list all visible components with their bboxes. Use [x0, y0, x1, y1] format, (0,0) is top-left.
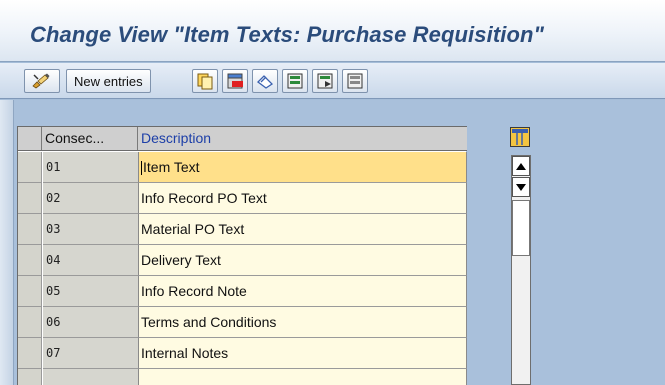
delete-button[interactable] [222, 69, 248, 93]
row-selector[interactable] [18, 307, 42, 338]
copy-icon [197, 73, 213, 90]
table-row[interactable]: 04 Delivery Text [18, 245, 467, 276]
column-header-consec[interactable]: Consec... [43, 127, 138, 150]
select-all-icon [287, 73, 303, 89]
new-entries-button[interactable]: New entries [66, 69, 151, 93]
cell-consec: 06 [43, 307, 139, 338]
vertical-scrollbar[interactable] [511, 155, 531, 385]
arrow-up-icon [516, 162, 526, 170]
row-selector[interactable] [18, 214, 42, 245]
table-header: Consec... Description [18, 126, 467, 151]
deselect-all-icon [347, 73, 363, 89]
row-selector[interactable] [18, 152, 42, 183]
table-row[interactable]: 01 Item Text [18, 152, 467, 183]
row-selector[interactable] [18, 338, 42, 369]
cell-consec: 07 [43, 338, 139, 369]
select-block-button[interactable] [312, 69, 338, 93]
sap-window: Change View "Item Texts: Purchase Requis… [0, 0, 665, 385]
table-row[interactable]: 03 Material PO Text [18, 214, 467, 245]
column-header-description[interactable]: Description [139, 127, 467, 150]
cell-consec: 03 [43, 214, 139, 245]
cell-description[interactable]: Material PO Text [139, 214, 467, 245]
select-all-rows-button[interactable] [18, 127, 42, 150]
cell-description[interactable]: Info Record PO Text [139, 183, 467, 214]
table-settings-icon [512, 129, 528, 145]
delete-icon [227, 73, 243, 89]
row-selector[interactable] [18, 369, 42, 385]
column-configuration-button[interactable] [510, 127, 530, 147]
table-row[interactable]: 06 Terms and Conditions [18, 307, 467, 338]
copy-button[interactable] [192, 69, 218, 93]
select-block-icon [317, 73, 333, 89]
application-toolbar: New entries [0, 63, 665, 99]
navigation-strip [0, 100, 14, 385]
window-title: Change View "Item Texts: Purchase Requis… [30, 22, 545, 47]
cell-consec: 01 [43, 152, 139, 183]
scroll-thumb[interactable] [512, 200, 530, 256]
display-change-button[interactable] [24, 69, 60, 93]
title-bar: Change View "Item Texts: Purchase Requis… [0, 0, 665, 62]
row-selector[interactable] [18, 276, 42, 307]
cell-consec: 04 [43, 245, 139, 276]
cell-consec: 02 [43, 183, 139, 214]
scroll-up-button[interactable] [512, 156, 530, 176]
cell-description[interactable]: Item Text [139, 152, 467, 183]
cell-description[interactable]: Terms and Conditions [139, 307, 467, 338]
cell-description[interactable] [139, 369, 467, 385]
cell-description-text: Item Text [143, 159, 200, 175]
table-row[interactable]: 07 Internal Notes [18, 338, 467, 369]
row-selector[interactable] [18, 183, 42, 214]
cell-consec [43, 369, 139, 385]
scroll-down-button[interactable] [512, 177, 530, 197]
display-change-icon [32, 73, 50, 89]
table-row[interactable]: 02 Info Record PO Text [18, 183, 467, 214]
cell-description[interactable]: Internal Notes [139, 338, 467, 369]
table-row[interactable] [18, 369, 467, 385]
content-area: Consec... Description 01 Item Text 02 In… [0, 100, 665, 385]
select-all-button[interactable] [282, 69, 308, 93]
arrow-down-icon [516, 183, 526, 191]
cell-description[interactable]: Info Record Note [139, 276, 467, 307]
undo-change-icon [257, 75, 274, 89]
table-control: Consec... Description 01 Item Text 02 In… [17, 126, 467, 385]
deselect-all-button[interactable] [342, 69, 368, 93]
table-row[interactable]: 05 Info Record Note [18, 276, 467, 307]
text-cursor [141, 161, 142, 176]
undo-change-button[interactable] [252, 69, 278, 93]
cell-description[interactable]: Delivery Text [139, 245, 467, 276]
cell-consec: 05 [43, 276, 139, 307]
row-selector[interactable] [18, 245, 42, 276]
